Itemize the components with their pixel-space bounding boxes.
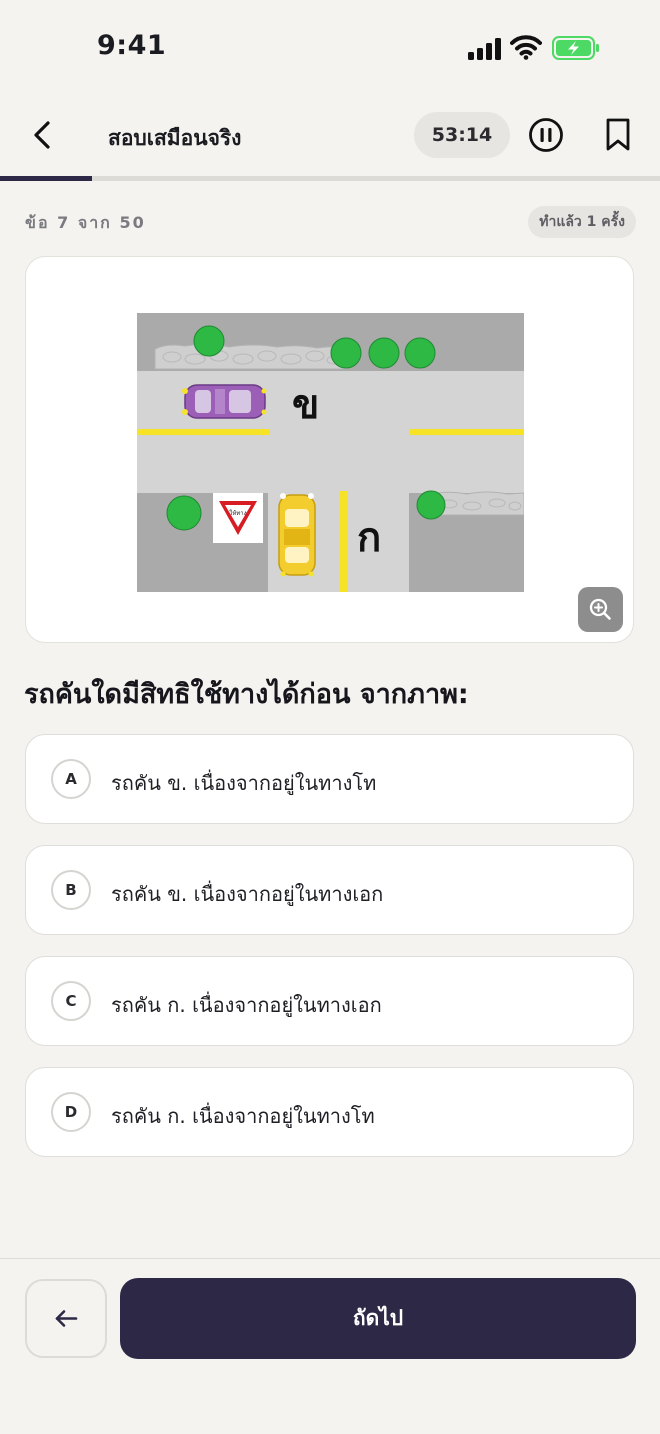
previous-button[interactable] [25,1279,107,1358]
option-b[interactable]: B รถคัน ข. เนื่องจากอยู่ในทางเอก [25,845,634,935]
progress-fill [0,176,93,181]
label-car-kho: ข [292,382,319,428]
pause-icon[interactable] [528,117,564,153]
status-time: 9:41 [97,30,167,61]
option-letter: A [51,759,91,799]
wifi-icon [510,35,542,60]
question-counter: ข้อ 7 จาก 50 [25,213,146,232]
attempts-badge: ทำแล้ว 1 ครั้ง [528,206,636,238]
option-a[interactable]: A รถคัน ข. เนื่องจากอยู่ในทางโท [25,734,634,824]
battery-charging-icon [552,36,599,60]
status-bar: 9:41 [0,0,660,96]
cellular-signal-icon [468,38,501,60]
option-d[interactable]: D รถคัน ก. เนื่องจากอยู่ในทางโท [25,1067,634,1157]
question-image-card: ให้ทาง ข ก [25,256,634,643]
option-letter: B [51,870,91,910]
next-button[interactable]: ถัดไป [120,1278,636,1359]
yield-sign-text: ให้ทาง [229,509,246,517]
exam-timer: 53:14 [414,112,510,158]
option-text: รถคัน ก. เนื่องจากอยู่ในทางเอก [111,993,382,1017]
question-text: รถคันใดมีสิทธิใช้ทางได้ก่อน จากภาพ: [24,679,469,710]
back-chevron-icon[interactable] [26,118,60,152]
option-text: รถคัน ข. เนื่องจากอยู่ในทางเอก [111,882,384,906]
option-text: รถคัน ก. เนื่องจากอยู่ในทางโท [111,1104,375,1128]
page-title: สอบเสมือนจริง [108,126,242,150]
bookmark-icon[interactable] [603,117,633,153]
footer-divider [0,1258,660,1259]
yellow-car [278,493,316,577]
intersection-illustration: ให้ทาง ข ก [137,313,524,592]
arrow-left-icon [55,1310,78,1327]
zoom-in-icon [589,598,611,620]
option-text: รถคัน ข. เนื่องจากอยู่ในทางโท [111,771,377,795]
option-letter: D [51,1092,91,1132]
label-car-ko: ก [357,515,381,561]
header: สอบเสมือนจริง 53:14 [0,100,660,176]
progress-bar [0,176,660,181]
zoom-button[interactable] [578,587,623,632]
purple-car [182,384,267,419]
option-c[interactable]: C รถคัน ก. เนื่องจากอยู่ในทางเอก [25,956,634,1046]
option-letter: C [51,981,91,1021]
